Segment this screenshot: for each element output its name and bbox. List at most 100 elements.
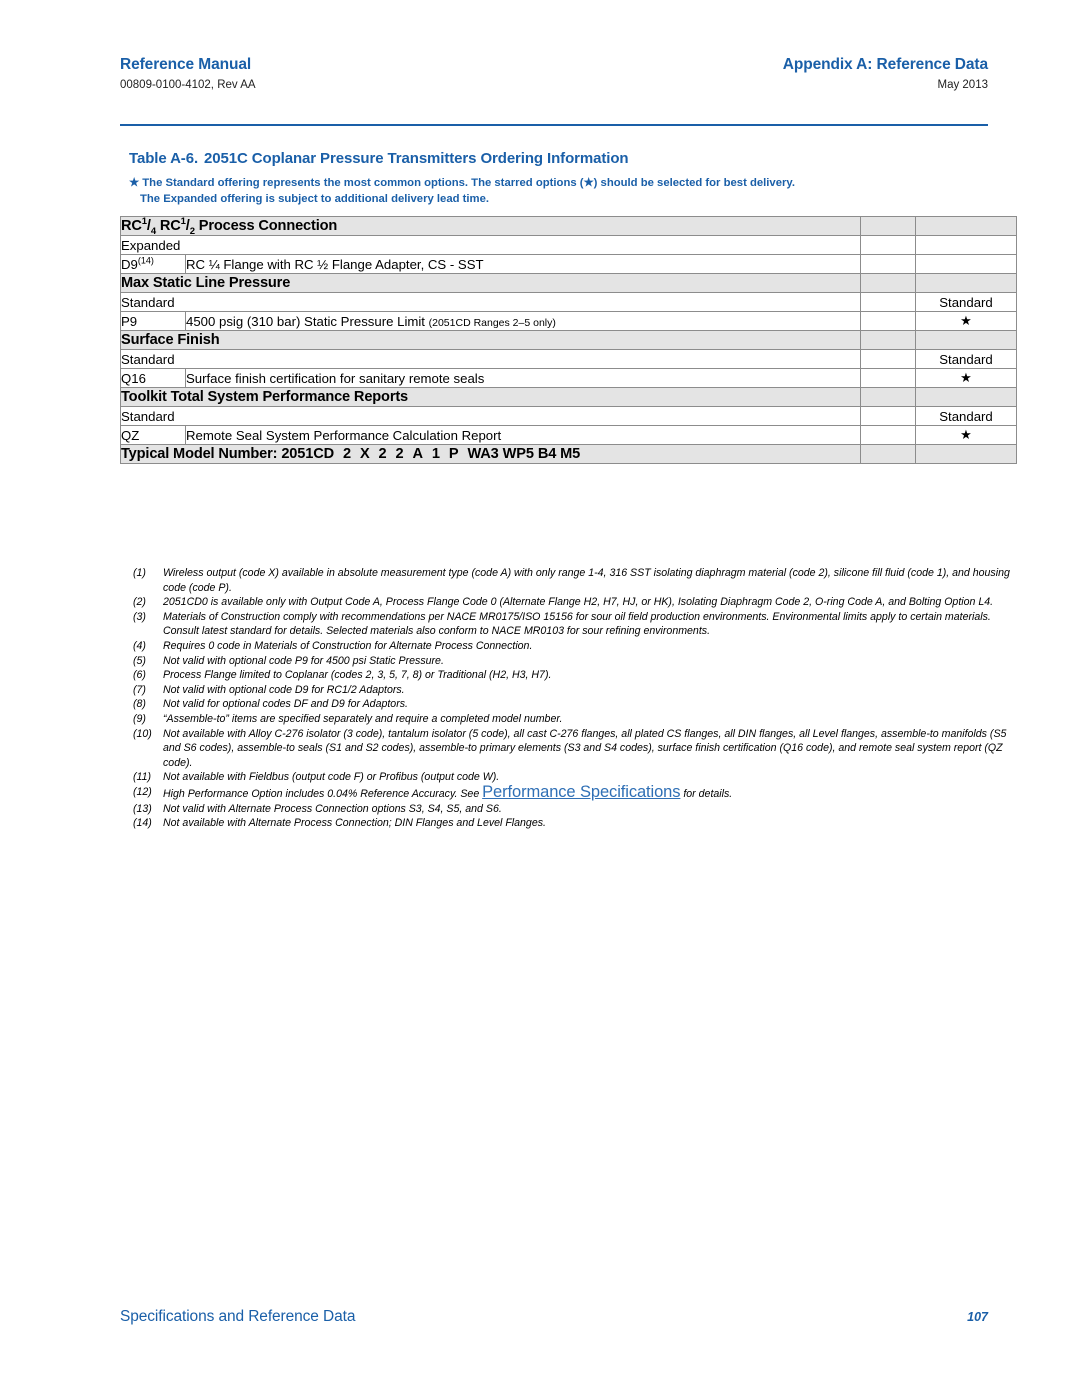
option-description-qz: Remote Seal System Performance Calculati… [185,425,861,445]
model-code-4: A [412,446,423,462]
tier-spacer-cell [860,292,916,312]
footnote-number: (13) [133,802,152,815]
header-manual-title: Reference Manual [120,56,252,73]
tier-label-standard-pressure: Standard [120,292,861,312]
table-caption-number: Table A-6. [129,150,199,167]
footnote-number: (8) [133,698,146,711]
table-caption-text: 2051C Coplanar Pressure Transmitters Ord… [204,150,629,167]
legend-star-icon: ★ [129,177,140,189]
tier-label-expanded: Expanded [120,235,861,255]
option-description-q16: Surface finish certification for sanitar… [185,368,861,388]
table-row: D9(14) RC ¼ Flange with RC ½ Flange Adap… [120,254,1017,274]
footnote-item: (4) Requires 0 code in Materials of Cons… [133,639,1018,654]
footnote-text: Not valid with optional code P9 for 4500… [163,654,444,667]
section-title-process-connection: RC1/4 RC1/2 Process Connection [120,216,861,236]
option-code-footnote-ref: (14) [137,255,154,266]
header-document-number: 00809-0100-4102, Rev AA [120,79,256,91]
performance-specifications-link[interactable]: Performance Specifications [482,783,680,801]
table-caption: Table A-6. 2051C Coplanar Pressure Transm… [129,150,989,167]
footnote-text: Process Flange limited to Coplanar (code… [163,669,552,682]
footnote-item: (1) Wireless output (code X) available i… [133,566,1018,595]
section-offering-cell [915,273,1017,293]
footnote-item: (14) Not available with Alternate Proces… [133,816,1018,831]
tier-spacer-cell [860,349,916,369]
header-appendix-title: Appendix A: Reference Data [782,56,988,73]
model-number-label: Typical Model Number: [121,446,278,462]
footnote-list: (1) Wireless output (code X) available i… [133,566,1018,831]
table-row: Q16 Surface finish certification for san… [120,368,1017,388]
footnote-text-after-link: for details. [680,787,733,800]
model-code-3: 2 [395,446,404,462]
ordering-information-table: RC1/4 RC1/2 Process Connection Expanded … [120,216,1017,464]
option-mark-p9: ★ [915,311,1017,331]
option-mark-d9 [915,254,1017,274]
footnote-number: (2) [133,596,146,609]
footnote-text: Wireless output (code X) available in ab… [163,567,1010,594]
tier-offering-standard-surface: Standard [915,349,1017,369]
footnote-number: (6) [133,669,146,682]
section-title-surface-finish: Surface Finish [120,330,861,350]
table-tier-row-standard-toolkit: Standard Standard [120,406,1017,426]
footer-page-number: 107 [967,1310,988,1324]
footnote-item: (12) High Performance Option includes 0.… [133,783,1018,802]
model-code-5: 1 [431,446,440,462]
table-section-header-max-static-line-pressure: Max Static Line Pressure [120,273,1017,293]
footnote-text: Materials of Construction comply with re… [163,610,991,638]
model-tail-3: M5 [560,446,581,462]
tier-offering-standard-toolkit: Standard [915,406,1017,426]
footnote-number: (5) [133,654,146,667]
footnote-number: (4) [133,639,146,652]
footnote-text: Not valid for optional codes DF and D9 f… [163,698,408,711]
footnote-text: Not valid with Alternate Process Connect… [163,802,502,815]
footnote-text: Requires 0 code in Materials of Construc… [163,639,533,652]
footnote-text: Not available with Alloy C-276 isolator … [163,727,1007,769]
option-spacer-cell [860,368,916,388]
table-row: P9 4500 psig (310 bar) Static Pressure L… [120,311,1017,331]
table-legend-note: ★ The Standard offering represents the m… [129,175,991,207]
option-code-d9: D9(14) [120,254,186,274]
option-mark-qz: ★ [915,425,1017,445]
model-tail-0: WA3 [467,446,499,462]
section-spacer-cell [860,387,916,407]
option-spacer-cell [860,311,916,331]
option-spacer-cell [860,425,916,445]
option-description-p9: 4500 psig (310 bar) Static Pressure Limi… [185,311,861,331]
table-row-typical-model-number: Typical Model Number: 2051CD 2 X 2 2 A 1 P WA3 WP5… [120,444,1017,464]
option-spacer-cell [860,254,916,274]
model-spacer-cell [860,444,916,464]
model-offering-cell [915,444,1017,464]
footer-section-title: Specifications and Reference Data [120,1308,356,1325]
footnote-item: (5) Not valid with optional code P9 for … [133,654,1018,669]
footnote-item: (7) Not valid with optional code D9 for … [133,683,1018,698]
page-running-footer: Specifications and Reference Data 107 [120,1308,988,1326]
table-row: QZ Remote Seal System Performance Calcul… [120,425,1017,445]
tier-label-standard-toolkit: Standard [120,406,861,426]
option-mark-q16: ★ [915,368,1017,388]
tier-spacer-cell [860,235,916,255]
footnote-item: (3) Materials of Construction comply wit… [133,610,1018,639]
option-code-q16: Q16 [120,368,186,388]
table-section-header-surface-finish: Surface Finish [120,330,1017,350]
footnote-number: (3) [133,610,146,623]
footnote-text: High Performance Option includes 0.04% R… [163,783,1018,802]
section-offering-cell [915,330,1017,350]
section-spacer-cell [860,273,916,293]
tier-label-standard-surface: Standard [120,349,861,369]
footnote-item: (6) Process Flange limited to Coplanar (… [133,668,1018,683]
legend-note-line-1: ★ The Standard offering represents the m… [129,175,991,191]
footnote-number: (14) [133,817,152,830]
footnote-text: 2051CD0 is available only with Output Co… [163,596,994,609]
footnote-item: (13) Not valid with Alternate Process Co… [133,802,1018,817]
document-page: Reference Manual Appendix A: Reference D… [0,0,1080,1397]
section-title-toolkit-reports: Toolkit Total System Performance Reports [120,387,861,407]
tier-spacer-cell [860,406,916,426]
typical-model-number: Typical Model Number: 2051CD 2 X 2 2 A 1 P WA3 WP5… [120,444,861,464]
model-code-6: P [448,446,459,462]
model-code-1: X [359,446,370,462]
footnote-number: (1) [133,567,146,579]
option-description-d9: RC ¼ Flange with RC ½ Flange Adapter, CS… [185,254,861,274]
table-tier-row-standard-pressure: Standard Standard [120,292,1017,312]
table-tier-row-expanded: Expanded [120,235,1017,255]
option-description-qualifier-p9: (2051CD Ranges 2–5 only) [428,316,556,329]
table-section-header-process-connection: RC1/4 RC1/2 Process Connection [120,216,1017,236]
